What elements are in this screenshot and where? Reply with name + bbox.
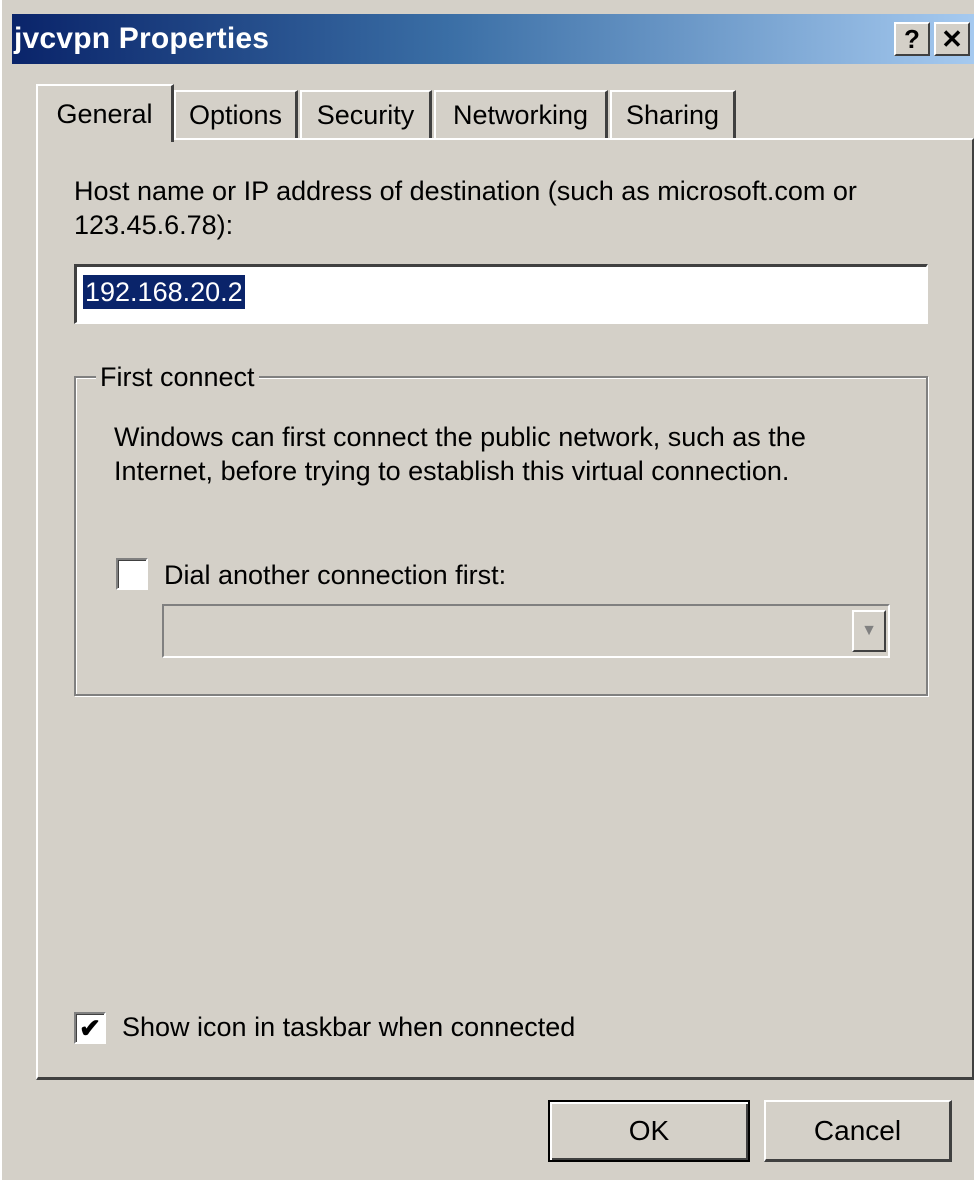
- dial-another-label[interactable]: Dial another connection first:: [164, 558, 506, 592]
- first-connect-desc-line1: Windows can first connect the public net…: [114, 422, 806, 452]
- properties-dialog: jvcvpn Properties ? ✕ General Options Se…: [0, 0, 974, 1180]
- tab-options[interactable]: Options: [174, 90, 298, 138]
- dial-another-checkbox[interactable]: [116, 558, 148, 590]
- first-connect-desc-line2: Internet, before trying to establish thi…: [114, 456, 790, 486]
- cancel-button[interactable]: Cancel: [764, 1100, 952, 1162]
- close-button[interactable]: ✕: [934, 22, 970, 56]
- help-button[interactable]: ?: [894, 22, 930, 56]
- window-title: jvcvpn Properties: [14, 22, 270, 55]
- host-address-input[interactable]: 192.168.20.2: [74, 264, 928, 324]
- first-connect-legend: First connect: [96, 360, 259, 394]
- tab-sharing[interactable]: Sharing: [610, 90, 736, 138]
- host-address-value: 192.168.20.2: [83, 275, 245, 309]
- tab-general[interactable]: General: [36, 84, 174, 142]
- first-connect-group: First connect Windows can first connect …: [74, 360, 928, 696]
- connection-select[interactable]: ▼: [162, 604, 890, 658]
- tab-security[interactable]: Security: [300, 90, 432, 138]
- chevron-down-icon[interactable]: ▼: [852, 610, 886, 652]
- tab-networking[interactable]: Networking: [434, 90, 608, 138]
- title-bar[interactable]: jvcvpn Properties ? ✕: [12, 14, 974, 64]
- show-icon-checkbox[interactable]: ✔: [74, 1012, 106, 1044]
- host-label-line2: 123.45.6.78):: [74, 210, 234, 240]
- ok-button[interactable]: OK: [548, 1100, 750, 1162]
- show-icon-label[interactable]: Show icon in taskbar when connected: [122, 1010, 575, 1044]
- host-label-line1: Host name or IP address of destination (…: [74, 176, 857, 206]
